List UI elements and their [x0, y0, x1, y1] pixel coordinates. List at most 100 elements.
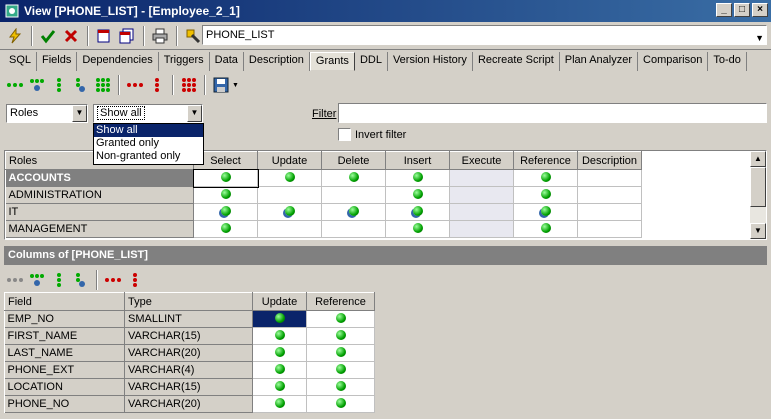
cell-select[interactable]: [192, 168, 259, 188]
tab-triggers[interactable]: Triggers: [159, 52, 210, 71]
tools-icon[interactable]: [182, 25, 204, 47]
table-row[interactable]: MANAGEMENT: [5, 220, 642, 238]
cell-reference[interactable]: [306, 310, 375, 328]
grant-row-icon[interactable]: [4, 269, 26, 291]
col-header-type[interactable]: Type: [124, 292, 253, 311]
cell-update[interactable]: [257, 203, 322, 221]
close-button[interactable]: ×: [752, 3, 768, 17]
cell-reference[interactable]: [513, 186, 578, 204]
cell-insert[interactable]: [385, 220, 450, 238]
cell-insert[interactable]: [385, 169, 450, 187]
table-row[interactable]: FIRST_NAME VARCHAR(15): [4, 327, 375, 345]
role-name[interactable]: IT: [5, 203, 194, 221]
cell-execute[interactable]: [449, 203, 514, 221]
cell-update[interactable]: [257, 169, 322, 187]
field-name[interactable]: FIRST_NAME: [4, 327, 125, 345]
field-name[interactable]: LOCATION: [4, 378, 125, 396]
minimize-button[interactable]: _: [716, 3, 732, 17]
cell-update[interactable]: [252, 327, 307, 345]
grant-row-option-icon[interactable]: [26, 269, 48, 291]
object-name-combo[interactable]: PHONE_LIST ▼: [202, 25, 767, 45]
cell-description[interactable]: [577, 203, 642, 221]
table-row[interactable]: IT: [5, 203, 642, 221]
cell-select[interactable]: [193, 203, 258, 221]
cell-description[interactable]: [577, 186, 642, 204]
scroll-thumb[interactable]: [750, 167, 766, 207]
grant-column-option-icon[interactable]: [70, 74, 92, 96]
cell-reference[interactable]: [306, 361, 375, 379]
tab-ddl[interactable]: DDL: [355, 52, 388, 71]
commit-check-icon[interactable]: [37, 25, 59, 47]
cell-select[interactable]: [193, 186, 258, 204]
col-header-reference[interactable]: Reference: [306, 292, 375, 311]
revoke-column-icon[interactable]: [124, 269, 146, 291]
table-row[interactable]: PHONE_NO VARCHAR(20): [4, 395, 375, 413]
cell-reference[interactable]: [306, 344, 375, 362]
cell-execute[interactable]: [449, 169, 514, 187]
table-row[interactable]: LAST_NAME VARCHAR(20): [4, 344, 375, 362]
grant-column-option-icon[interactable]: [70, 269, 92, 291]
col-header-delete[interactable]: Delete: [321, 151, 386, 170]
cell-update[interactable]: [252, 378, 307, 396]
option-show-all[interactable]: Show all: [94, 124, 203, 137]
scroll-up-icon[interactable]: ▲: [750, 151, 766, 167]
cell-update[interactable]: [257, 220, 322, 238]
maximize-button[interactable]: □: [734, 3, 750, 17]
table-row[interactable]: PHONE_EXT VARCHAR(4): [4, 361, 375, 379]
option-non-granted-only[interactable]: Non-granted only: [94, 150, 203, 163]
col-header-update[interactable]: Update: [252, 292, 307, 311]
col-header-update[interactable]: Update: [257, 151, 322, 170]
col-header-execute[interactable]: Execute: [449, 151, 514, 170]
table-row[interactable]: ADMINISTRATION: [5, 186, 642, 204]
chevron-down-icon[interactable]: ▼: [755, 29, 764, 47]
compile-lightning-icon[interactable]: [4, 25, 26, 47]
cell-update[interactable]: [252, 361, 307, 379]
cell-insert[interactable]: [385, 203, 450, 221]
cell-select[interactable]: [193, 220, 258, 238]
cell-delete[interactable]: [321, 186, 386, 204]
revoke-row-icon[interactable]: [102, 269, 124, 291]
save-icon[interactable]: [210, 74, 232, 96]
field-name[interactable]: PHONE_NO: [4, 395, 125, 413]
col-header-insert[interactable]: Insert: [385, 151, 450, 170]
tab-dependencies[interactable]: Dependencies: [77, 52, 159, 71]
save-dropdown-icon[interactable]: ▼: [232, 82, 239, 89]
scroll-down-icon[interactable]: ▼: [750, 223, 766, 239]
documents-icon[interactable]: [116, 25, 138, 47]
cell-execute[interactable]: [449, 186, 514, 204]
tab-data[interactable]: Data: [210, 52, 244, 71]
col-header-description[interactable]: Description: [577, 151, 642, 170]
print-icon[interactable]: [149, 25, 171, 47]
cell-delete[interactable]: [321, 220, 386, 238]
cell-reference[interactable]: [513, 220, 578, 238]
cell-description[interactable]: [577, 220, 642, 238]
grant-row-option-icon[interactable]: [26, 74, 48, 96]
tab-grants[interactable]: Grants: [309, 52, 355, 71]
cell-update[interactable]: [252, 344, 307, 362]
field-name[interactable]: EMP_NO: [4, 310, 125, 328]
cell-insert[interactable]: [385, 186, 450, 204]
grant-row-icon[interactable]: [4, 74, 26, 96]
tab-version-history[interactable]: Version History: [388, 52, 473, 71]
table-row[interactable]: EMP_NO SMALLINT: [4, 310, 375, 328]
tab-recreate-script[interactable]: Recreate Script: [473, 52, 560, 71]
role-name[interactable]: MANAGEMENT: [5, 220, 194, 238]
grant-column-icon[interactable]: [48, 74, 70, 96]
roles-combo[interactable]: Roles ▼: [6, 104, 88, 123]
tab-plan-analyzer[interactable]: Plan Analyzer: [560, 52, 639, 71]
tab-description[interactable]: Description: [244, 52, 310, 71]
grant-all-icon[interactable]: [92, 74, 114, 96]
invert-filter-checkbox[interactable]: [338, 128, 351, 141]
field-name[interactable]: LAST_NAME: [4, 344, 125, 362]
cell-reference[interactable]: [513, 203, 578, 221]
chevron-down-icon[interactable]: ▼: [187, 105, 202, 122]
table-row[interactable]: LOCATION VARCHAR(15): [4, 378, 375, 396]
option-granted-only[interactable]: Granted only: [94, 137, 203, 150]
cell-update[interactable]: [252, 395, 307, 413]
revoke-row-icon[interactable]: [124, 74, 146, 96]
chevron-down-icon[interactable]: ▼: [72, 105, 87, 122]
cell-reference[interactable]: [306, 395, 375, 413]
tab-sql[interactable]: SQL: [4, 52, 38, 71]
cell-update[interactable]: [252, 310, 307, 328]
cell-delete[interactable]: [321, 169, 386, 187]
